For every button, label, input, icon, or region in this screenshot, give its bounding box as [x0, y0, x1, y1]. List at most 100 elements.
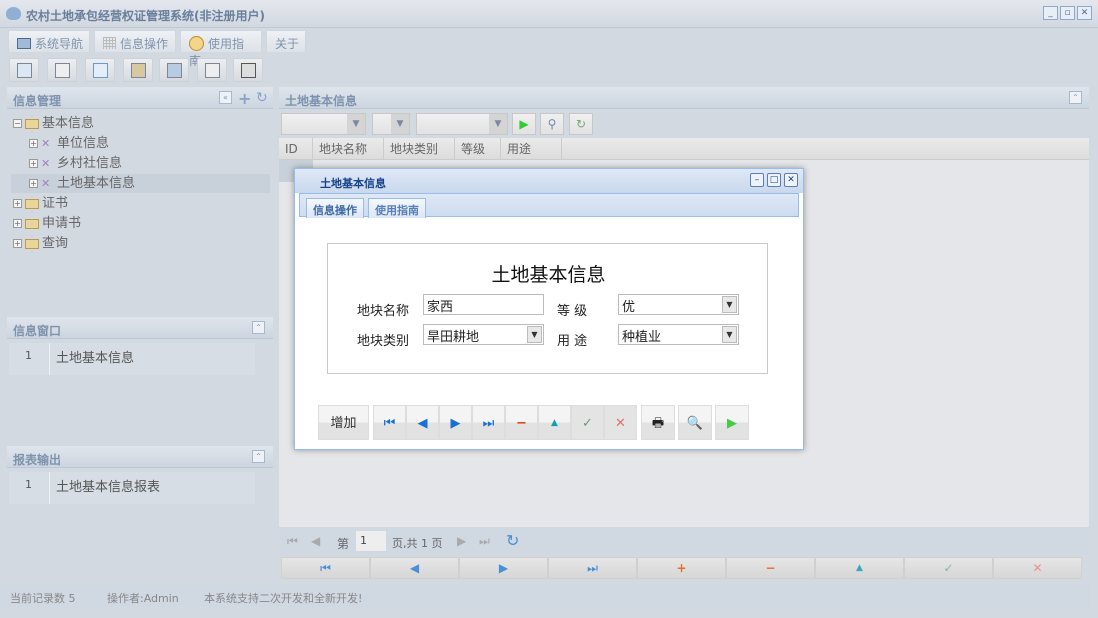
cancel-button[interactable]: ✕: [993, 557, 1082, 579]
minus-icon: −: [765, 561, 776, 575]
first-page-icon[interactable]: ⏮: [287, 534, 298, 549]
remove-button[interactable]: −: [505, 405, 538, 440]
toolbar-user-button[interactable]: [123, 58, 153, 82]
tab-guide[interactable]: 使用指南: [180, 30, 262, 68]
dialog-tab-info-ops[interactable]: 信息操作: [306, 198, 364, 218]
next-page-icon[interactable]: ▶: [457, 534, 466, 548]
list-icon: [55, 63, 70, 78]
type-select[interactable]: 旱田耕地 ▼: [423, 324, 544, 345]
toolbar-list-button[interactable]: [47, 58, 77, 82]
cancel-button[interactable]: ✕: [604, 405, 637, 440]
toolbar-window-button[interactable]: [233, 58, 263, 82]
folder-icon: [25, 118, 39, 129]
run-button[interactable]: ▶: [715, 405, 749, 440]
next-button[interactable]: ▶: [459, 557, 548, 579]
collapse-left-icon[interactable]: «: [219, 91, 232, 104]
run-button[interactable]: ▶: [512, 113, 536, 135]
panel-header: 报表输出: [7, 446, 273, 468]
tree-node-basic[interactable]: − 基本信息: [13, 114, 94, 133]
toolbar-window-add-button[interactable]: [197, 58, 227, 82]
plus-icon: +: [676, 561, 687, 575]
list-item[interactable]: 1 土地基本信息: [9, 343, 255, 375]
add-button[interactable]: +: [637, 557, 726, 579]
filter-select-2[interactable]: ▼: [372, 113, 410, 135]
toolbar-search-button[interactable]: [9, 58, 39, 82]
expand-node-icon[interactable]: +: [13, 239, 22, 248]
filter-select-3[interactable]: ▼: [416, 113, 508, 135]
minimize-icon[interactable]: _: [1043, 6, 1058, 20]
page-input[interactable]: 1: [356, 531, 386, 551]
tab-system-nav[interactable]: 系统导航: [8, 30, 90, 52]
minimize-icon[interactable]: –: [750, 173, 764, 187]
prev-button[interactable]: ◀: [370, 557, 459, 579]
collapse-node-icon[interactable]: −: [13, 119, 22, 128]
dialog-tab-guide[interactable]: 使用指南: [368, 198, 426, 218]
tree-node-unit[interactable]: + ✕ 单位信息: [29, 134, 109, 153]
confirm-button[interactable]: ✓: [904, 557, 993, 579]
first-button[interactable]: ⏮: [373, 405, 406, 440]
col-use[interactable]: 用途: [501, 138, 562, 160]
next-button[interactable]: ▶: [439, 405, 472, 440]
col-grade[interactable]: 等级: [455, 138, 501, 160]
tree-node-query[interactable]: + 查询: [13, 234, 68, 253]
expand-node-icon[interactable]: +: [13, 199, 22, 208]
dialog-header[interactable]: 土地基本信息 – □ ✕: [295, 169, 803, 193]
add-button[interactable]: 增加: [318, 405, 369, 440]
confirm-button[interactable]: ✓: [571, 405, 604, 440]
name-input[interactable]: 家西: [423, 294, 544, 315]
remove-button[interactable]: −: [726, 557, 815, 579]
collapse-up-icon[interactable]: ⌃: [252, 450, 265, 463]
last-page-icon[interactable]: ⏭: [479, 534, 490, 549]
collapse-up-icon[interactable]: ⌃: [1069, 91, 1082, 104]
restore-icon[interactable]: ▫: [1060, 6, 1075, 20]
use-select[interactable]: 种植业 ▼: [618, 324, 739, 345]
search-icon: ⚲: [547, 117, 557, 131]
tools-icon: ✕: [41, 137, 51, 150]
expand-node-icon[interactable]: +: [29, 139, 38, 148]
chevron-down-icon: ▼: [527, 326, 542, 343]
tree-node-certificate[interactable]: + 证书: [13, 194, 68, 213]
up-button[interactable]: ▲: [538, 405, 571, 440]
col-id[interactable]: ID: [279, 138, 313, 160]
last-button[interactable]: ⏭: [548, 557, 637, 579]
close-icon[interactable]: ✕: [784, 173, 798, 187]
expand-node-icon[interactable]: +: [29, 159, 38, 168]
prev-icon: ◀: [417, 416, 428, 431]
list-item[interactable]: 1 土地基本信息报表: [9, 472, 255, 504]
print-button[interactable]: 🖶: [641, 405, 675, 440]
col-name[interactable]: 地块名称: [313, 138, 384, 160]
tree-node-village[interactable]: + ✕ 乡村社信息: [29, 154, 122, 173]
grade-select[interactable]: 优 ▼: [618, 294, 739, 315]
play-icon: ▶: [727, 416, 737, 431]
preview-button[interactable]: 🔍: [678, 405, 712, 440]
toolbar-document-button[interactable]: [85, 58, 115, 82]
maximize-icon[interactable]: □: [767, 173, 781, 187]
search-button[interactable]: ⚲: [540, 113, 564, 135]
refresh-icon[interactable]: ↻: [506, 531, 519, 550]
close-icon[interactable]: ✕: [1077, 6, 1092, 20]
col-type[interactable]: 地块类别: [384, 138, 455, 160]
filter-select-1[interactable]: ▼: [281, 113, 366, 135]
minus-icon: −: [516, 416, 527, 431]
prev-page-icon[interactable]: ◀: [311, 534, 320, 548]
triangle-up-icon: ▲: [856, 563, 863, 573]
expand-node-icon[interactable]: +: [13, 219, 22, 228]
expand-node-icon[interactable]: +: [29, 179, 38, 188]
dialog-title: 土地基本信息: [320, 177, 386, 190]
tree-node-land-selected[interactable]: + ✕ 土地基本信息: [11, 174, 270, 193]
monitor-globe-icon: [167, 63, 182, 78]
toolbar-monitor-button[interactable]: [159, 58, 189, 82]
up-button[interactable]: ▲: [815, 557, 904, 579]
refresh-icon[interactable]: ↻: [256, 90, 268, 106]
refresh-button[interactable]: ↻: [569, 113, 593, 135]
prev-button[interactable]: ◀: [406, 405, 439, 440]
tab-about[interactable]: 关于: [266, 30, 306, 52]
tree-node-application[interactable]: + 申请书: [13, 214, 81, 233]
info-window-panel: 信息窗口 ⌃ 1 土地基本信息: [7, 317, 273, 442]
tab-info-ops[interactable]: 信息操作: [94, 30, 176, 52]
first-button[interactable]: ⏮: [281, 557, 370, 579]
last-button[interactable]: ⏭: [472, 405, 505, 440]
add-icon[interactable]: +: [238, 89, 251, 108]
tools-icon: ✕: [41, 157, 51, 170]
collapse-up-icon[interactable]: ⌃: [252, 321, 265, 334]
